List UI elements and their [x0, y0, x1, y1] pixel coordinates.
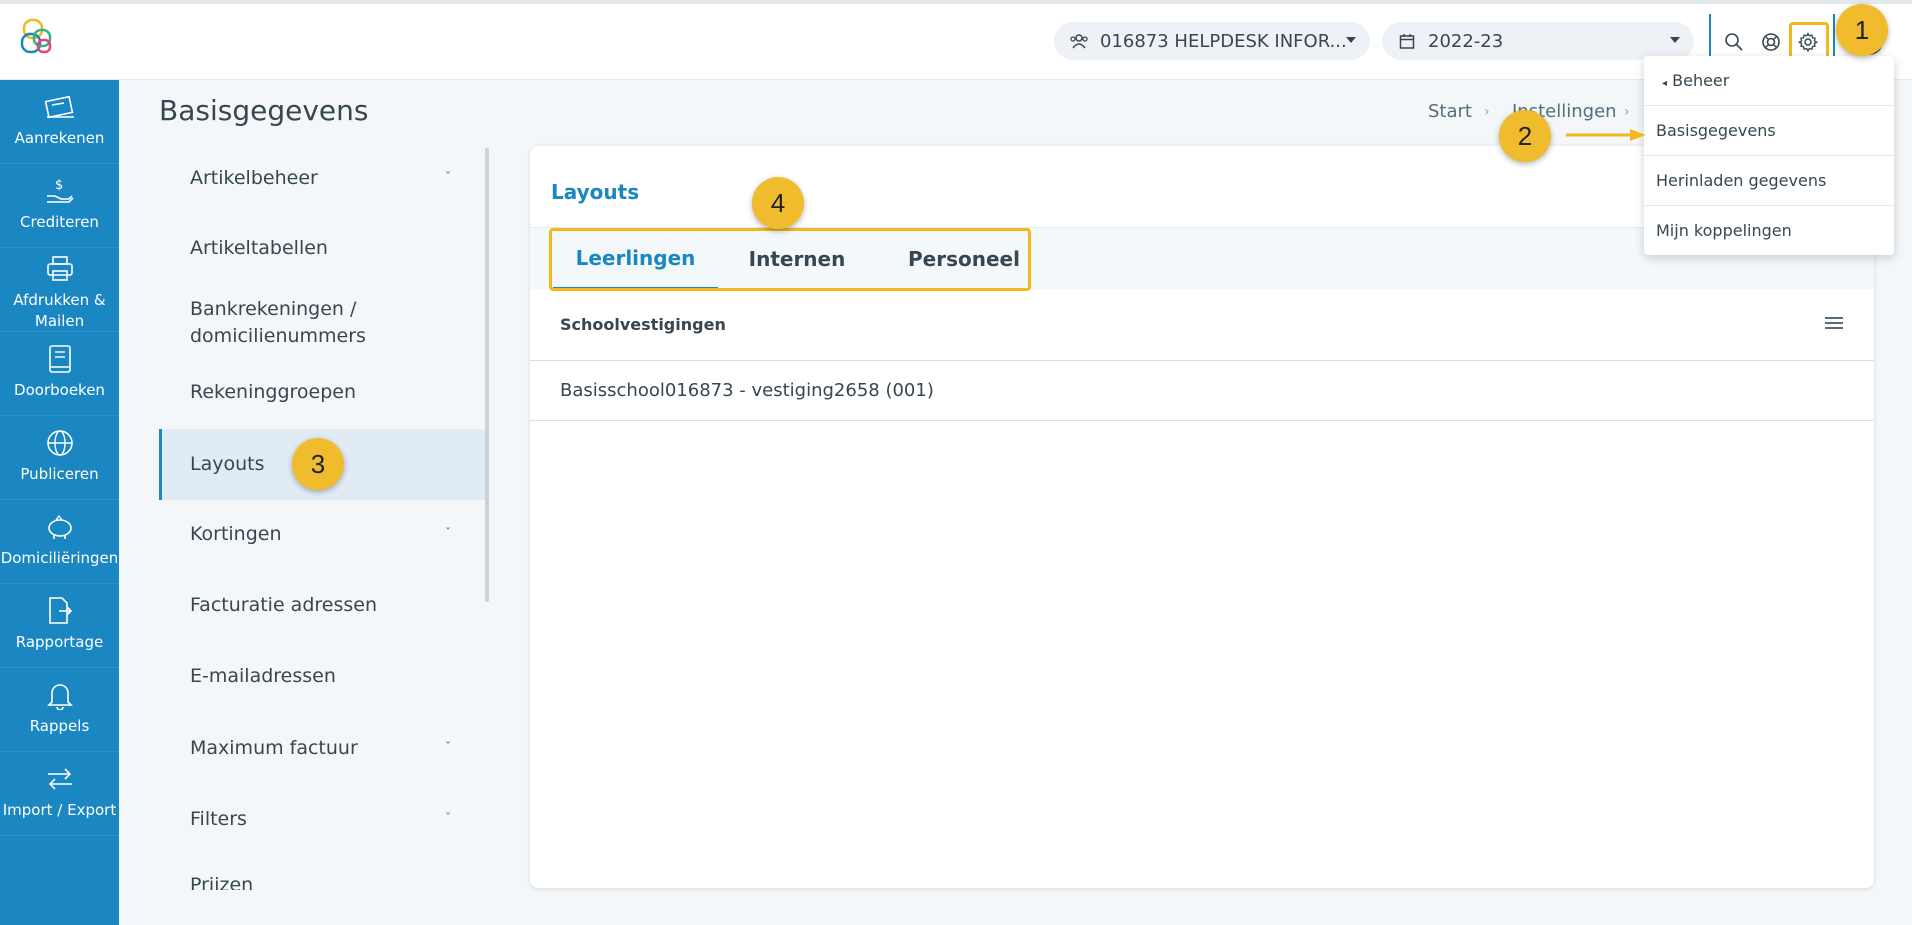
sidebar-item-domicilieringen[interactable]: Domiciliëringen — [0, 500, 119, 584]
sidebar-item-rapportage[interactable]: Rapportage — [0, 584, 119, 668]
menu-item-label: Filters — [190, 808, 247, 830]
menu-item-label: Artikelbeheer — [190, 167, 318, 189]
breadcrumb-start[interactable]: Start — [1428, 101, 1472, 122]
hand-dollar-icon: $ — [43, 174, 77, 208]
breadcrumb-separator: › — [1484, 104, 1490, 120]
settings-menu: Artikelbeheer ˇ Artikeltabellen Bankreke… — [159, 150, 489, 890]
annotation-badge-1: 1 — [1836, 4, 1888, 56]
annotation-badge-2: 2 — [1499, 110, 1551, 162]
school-selector-value: 016873 HELPDESK INFOR... — [1100, 30, 1347, 52]
dropdown-item-label: Mijn koppelingen — [1656, 221, 1792, 240]
dropdown-back-label: ◂ Beheer — [1662, 71, 1729, 90]
menu-item-kortingen[interactable]: Kortingen ˇ — [159, 506, 489, 564]
menu-item-artikeltabellen[interactable]: Artikeltabellen — [159, 220, 489, 278]
invoice-icon — [43, 90, 77, 124]
menu-item-label: Prijzen — [190, 874, 254, 890]
sidebar-item-import-export[interactable]: Import / Export — [0, 752, 119, 836]
hamburger-menu-icon[interactable] — [1824, 315, 1844, 335]
menu-item-label: Rekeninggroepen — [190, 381, 357, 403]
breadcrumb-separator: › — [1624, 104, 1630, 120]
chevron-left-icon: ◂ — [1662, 78, 1668, 89]
dropdown-item-koppelingen[interactable]: Mijn koppelingen — [1644, 206, 1894, 256]
menu-item-bankrekeningen[interactable]: Bankrekeningen / domicilienummers — [159, 290, 489, 366]
app-logo-icon[interactable] — [18, 18, 62, 62]
users-icon — [1068, 30, 1090, 52]
sidebar-item-doorboeken[interactable]: Doorboeken — [0, 332, 119, 416]
annotation-badge-4: 4 — [752, 177, 804, 229]
year-selector-value: 2022-23 — [1428, 30, 1504, 52]
help-lifebuoy-icon[interactable] — [1759, 30, 1783, 54]
dropdown-back-beheer[interactable]: ◂ Beheer — [1644, 56, 1894, 106]
annotation-badge-3: 3 — [292, 438, 344, 490]
chevron-down-icon — [1346, 37, 1356, 43]
menu-item-emailadressen[interactable]: E-mailadressen — [159, 648, 489, 706]
globe-icon — [43, 426, 77, 460]
menu-item-prijzen[interactable]: Prijzen — [159, 874, 489, 890]
school-selector[interactable]: 016873 HELPDESK INFOR... — [1054, 22, 1370, 60]
sidebar-item-afdrukken[interactable]: Afdrukken & Mailen — [0, 248, 119, 332]
menu-scrollbar[interactable] — [485, 148, 489, 602]
sidebar-item-aanrekenen[interactable]: Aanrekenen — [0, 80, 119, 164]
menu-item-artikelbeheer[interactable]: Artikelbeheer ˇ — [159, 150, 489, 208]
dropdown-item-label: Basisgegevens — [1656, 121, 1776, 140]
sidebar-item-label: Rappels — [29, 717, 90, 735]
sidebar-item-label: Domiciliëringen — [0, 549, 119, 567]
dropdown-item-label: Herinladen gegevens — [1656, 171, 1827, 190]
printer-icon — [43, 252, 77, 286]
table-header: Schoolvestigingen — [530, 289, 1874, 361]
chevron-down-icon: ˇ — [445, 170, 451, 184]
menu-item-label: Kortingen — [190, 523, 282, 545]
piggy-bank-icon — [43, 510, 77, 544]
menu-item-filters[interactable]: Filters ˇ — [159, 791, 489, 849]
table-cell: Basisschool016873 - vestiging2658 (001) — [560, 380, 934, 401]
chevron-down-icon: ˇ — [445, 526, 451, 540]
tabs-highlight-box — [549, 228, 1031, 291]
search-icon[interactable] — [1722, 30, 1746, 54]
column-header-schoolvestigingen: Schoolvestigingen — [560, 315, 726, 334]
chevron-down-icon: ˇ — [445, 811, 451, 825]
dropdown-item-basisgegevens[interactable]: Basisgegevens — [1644, 106, 1894, 156]
year-selector[interactable]: 2022-23 — [1382, 22, 1694, 60]
export-file-icon — [43, 594, 77, 628]
sidebar-item-label: Doorboeken — [14, 381, 105, 399]
sidebar-item-label: Publiceren — [20, 465, 99, 483]
main-sidebar: Aanrekenen $ Crediteren Afdrukken & Mail… — [0, 80, 119, 925]
sidebar-item-label: Afdrukken & Mailen — [13, 291, 106, 330]
menu-item-rekeninggroepen[interactable]: Rekeninggroepen — [159, 364, 489, 422]
settings-dropdown: ◂ Beheer Basisgegevens Herinladen gegeve… — [1644, 56, 1894, 255]
book-icon — [43, 342, 77, 376]
menu-item-label: Artikeltabellen — [190, 237, 328, 259]
table-row[interactable]: Basisschool016873 - vestiging2658 (001) — [530, 361, 1874, 421]
calendar-icon — [1396, 30, 1418, 52]
menu-item-label: Maximum factuur — [190, 737, 358, 759]
app-header: 016873 HELPDESK INFOR... 2022-23 — [0, 4, 1912, 80]
arrows-icon — [43, 762, 77, 796]
sidebar-item-publiceren[interactable]: Publiceren — [0, 416, 119, 500]
arrow-right-icon — [1566, 129, 1646, 141]
sidebar-item-crediteren[interactable]: $ Crediteren — [0, 164, 119, 248]
sidebar-item-label: Rapportage — [15, 633, 104, 651]
menu-item-label: Layouts — [190, 453, 265, 475]
sidebar-item-label: Import / Export — [2, 801, 117, 819]
page-title: Basisgegevens — [159, 94, 369, 127]
menu-item-label: E-mailadressen — [190, 665, 336, 687]
sidebar-item-label: Crediteren — [20, 213, 99, 231]
menu-item-label: Facturatie adressen — [190, 594, 377, 616]
menu-item-label-line2: domicilienummers — [190, 325, 366, 347]
menu-item-label-line1: Bankrekeningen / — [190, 298, 357, 320]
card-title: Layouts — [551, 180, 640, 204]
menu-item-maximum-factuur[interactable]: Maximum factuur ˇ — [159, 720, 489, 778]
svg-text:$: $ — [55, 178, 63, 193]
bell-icon — [43, 678, 77, 712]
chevron-down-icon — [1670, 37, 1680, 43]
dropdown-item-herinladen[interactable]: Herinladen gegevens — [1644, 156, 1894, 206]
sidebar-item-rappels[interactable]: Rappels — [0, 668, 119, 752]
dropdown-back-text: Beheer — [1672, 71, 1730, 90]
sidebar-item-label: Aanrekenen — [14, 129, 105, 147]
chevron-down-icon: ˇ — [445, 740, 451, 754]
menu-item-facturatie-adressen[interactable]: Facturatie adressen — [159, 577, 489, 635]
